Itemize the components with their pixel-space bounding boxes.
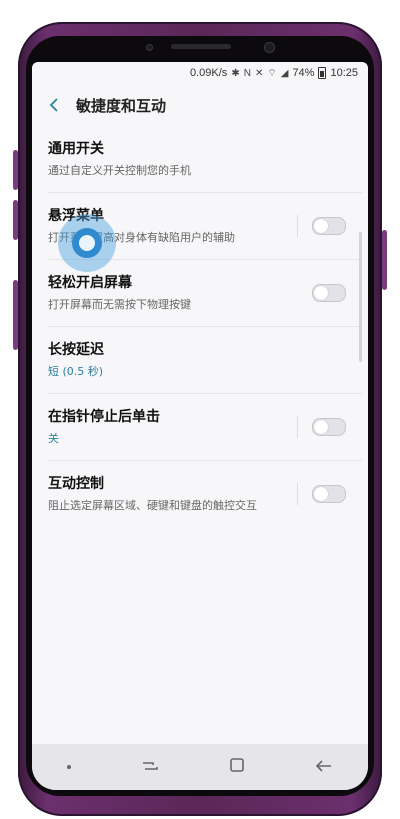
touch-indicator-core [79,235,95,251]
switch-area [297,483,346,505]
easy-screen-toggle[interactable] [312,284,346,302]
sensor [146,44,153,51]
click-after-stop-toggle[interactable] [312,418,346,436]
volume-down-button [13,200,18,240]
item-title: 通用开关 [48,141,104,157]
item-value: 短 (0.5 秒) [48,365,104,378]
switch-area [297,215,346,237]
clock: 10:25 [330,67,358,79]
volume-up-button [13,150,18,190]
switch-area [297,416,346,438]
list-item-interaction-control[interactable]: 互动控制 阻止选定屏幕区域、硬键和键盘的触控交互 [48,461,362,527]
settings-list: 通用开关 通过自定义开关控制您的手机 悬浮菜单 打开菜单提高对身体有缺陷用户的辅… [32,126,368,527]
touch-indicator [58,214,116,272]
front-camera [264,42,275,53]
top-bezel [26,36,374,62]
assistant-menu-toggle[interactable] [312,217,346,235]
vertical-divider [297,483,298,505]
power-button [382,230,387,290]
bixby-button [13,280,18,350]
page-title: 敏捷度和互动 [76,96,167,115]
list-item-click-after-pointer-stops[interactable]: 在指针停止后单击 关 [48,394,362,461]
nfc-icon: N [243,67,251,79]
wifi-icon: ⌔ [267,67,277,79]
toggle-knob [314,219,328,233]
scrollbar[interactable] [359,232,362,362]
bluetooth-icon: ✱ [231,67,240,79]
item-subtitle: 通过自定义开关控制您的手机 [48,164,191,177]
list-item-universal-switch[interactable]: 通用开关 通过自定义开关控制您的手机 [48,126,362,193]
touch-indicator-ring [72,228,102,258]
screen: 0.09K/s ✱ N ✕ ⌔ ◢ 74% 10:25 敏捷度和互动 通用开关 … [32,62,368,790]
back-arrow-icon[interactable] [315,757,333,778]
mute-icon: ✕ [254,67,264,79]
toggle-knob [314,286,328,300]
signal-icon: ◢ [280,67,289,79]
item-title: 长按延迟 [48,342,104,358]
recent-apps-icon[interactable] [141,757,159,778]
chevron-left-icon[interactable] [44,95,64,115]
screen-frame: 0.09K/s ✱ N ✕ ⌔ ◢ 74% 10:25 敏捷度和互动 通用开关 … [26,36,374,796]
earpiece-speaker [171,44,231,49]
switch-area [312,284,346,302]
toggle-knob [314,487,328,501]
list-item-touch-hold-delay[interactable]: 长按延迟 短 (0.5 秒) [48,327,362,394]
navigation-bar [32,744,368,790]
status-bar: 0.09K/s ✱ N ✕ ⌔ ◢ 74% 10:25 [32,62,368,84]
page-header: 敏捷度和互动 [32,84,368,126]
vertical-divider [297,215,298,237]
interaction-control-toggle[interactable] [312,485,346,503]
battery-percent: 74% [292,67,315,79]
home-icon[interactable] [229,757,245,778]
vertical-divider [297,416,298,438]
battery-icon [318,67,327,79]
nav-dot-icon[interactable] [67,765,71,769]
toggle-knob [314,420,328,434]
network-speed: 0.09K/s [190,67,228,79]
